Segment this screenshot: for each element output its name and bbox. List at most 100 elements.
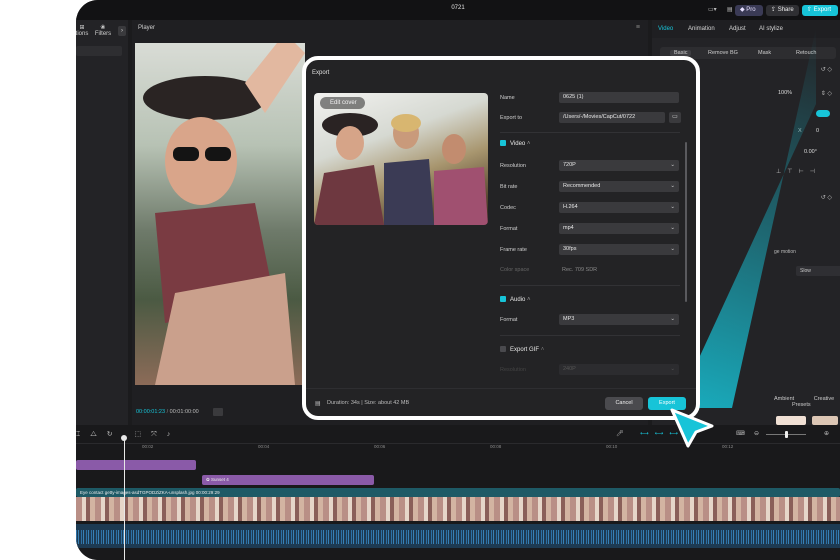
export-path-value: /Users/-/Movies/CapCut/0722 (563, 114, 636, 120)
style-tab-creative[interactable]: Creative (814, 396, 834, 402)
video-section-header[interactable]: Video ˄ (500, 140, 530, 147)
sticker-clip[interactable]: ✿ Sunset 4 (202, 475, 374, 485)
name-input[interactable]: 0625 (1) (559, 92, 679, 103)
collapse-icon[interactable]: › (118, 26, 126, 36)
codec-value: H.264 (563, 204, 578, 210)
bitrate-select[interactable]: Recommended ⌄ (559, 181, 679, 192)
purple-clip[interactable] (76, 460, 196, 470)
play-button[interactable] (213, 408, 223, 416)
edit-cover-label: Edit cover (330, 100, 357, 106)
keyboard-icon[interactable]: ▤ (722, 5, 733, 16)
share-icon: ⇪ (771, 7, 777, 13)
cover-preview[interactable]: Edit cover (314, 93, 488, 225)
audio-checkbox[interactable] (500, 296, 506, 302)
woman-figure (143, 43, 305, 385)
gif-section-label: Export GIF (510, 347, 540, 353)
share-button[interactable]: ⇪ Share (766, 5, 799, 16)
export-top-button[interactable]: ⇧ Export (802, 5, 838, 16)
title-bar: 0721 ▭▾ ▤ ◆ Pro ⇪ Share ⇧ Export (76, 0, 840, 20)
share-label: Share (777, 7, 794, 13)
filters-tab[interactable]: ❀ Filters (92, 24, 114, 37)
video-checkbox[interactable] (500, 140, 506, 146)
dialog-title: Export (312, 70, 330, 76)
audio-section-label: Audio (510, 297, 526, 303)
uniform-scale-toggle[interactable] (816, 110, 830, 117)
chevron-down-icon: ⌄ (670, 225, 675, 231)
tab-ai-stylize[interactable]: AI stylize (759, 26, 783, 32)
reset-icon[interactable]: ↺ ◇ (821, 194, 832, 201)
mic-icon[interactable]: 🎤︎ (616, 430, 624, 437)
pro-button[interactable]: ◆ Pro (735, 5, 763, 16)
audio-section-header[interactable]: Audio ˄ (500, 296, 531, 303)
rotate-value[interactable]: 0.00° (804, 149, 817, 155)
subtab-mask[interactable]: Mask (758, 50, 771, 56)
sticker-clip-label: Sunset 4 (211, 477, 229, 482)
zoom-out-icon[interactable]: ⊖ (754, 430, 759, 437)
reset-keyframe-icon[interactable]: ↺ ◇ (821, 66, 832, 73)
style-tab-presets[interactable]: Presets (792, 402, 811, 408)
export-to-label: Export to (500, 115, 523, 121)
scale-stepper-icon[interactable]: ⇕ ◇ (821, 90, 832, 97)
export-path-input[interactable]: /Users/-/Movies/CapCut/0722 (559, 112, 665, 123)
chevron-down-icon: ⌄ (670, 316, 675, 322)
panel-search[interactable] (76, 46, 122, 56)
tab-adjust[interactable]: Adjust (729, 26, 746, 32)
player-header: Player ≡ (132, 20, 648, 39)
playhead[interactable] (121, 435, 127, 560)
folder-icon[interactable]: ▭ (669, 112, 681, 123)
timeline-tools-icons[interactable]: ⌶⧍↻ ⬚⤧♪ (76, 430, 180, 439)
zoom-slider-handle[interactable] (785, 431, 788, 438)
ruler-tick: 00:02 (142, 444, 154, 449)
filters-label: Filters (94, 31, 112, 37)
pos-x-value[interactable]: 0 (816, 128, 819, 134)
tab-video[interactable]: Video (658, 26, 673, 32)
motion-dropdown[interactable]: Slow ⌄ (796, 266, 840, 276)
motion-label: ge motion (774, 249, 796, 255)
edit-cover-button[interactable]: Edit cover (320, 97, 365, 109)
player-video[interactable] (135, 43, 305, 385)
video-filmstrip[interactable] (76, 497, 840, 521)
current-time: 00:00:01:23 (136, 409, 166, 415)
options-label: tions (76, 31, 89, 37)
layout-icon[interactable]: ▭▾ (703, 5, 719, 16)
ruler-tick: 00:04 (258, 444, 270, 449)
align-icons[interactable]: ⊥⊤⊢⊣ (776, 168, 821, 175)
framerate-label: Frame rate (500, 247, 527, 253)
resolution-select[interactable]: 720P ⌄ (559, 160, 679, 171)
subtab-remove-bg[interactable]: Remove BG (708, 50, 738, 56)
caption-icon[interactable]: ⌨ (736, 430, 745, 437)
name-label: Name (500, 95, 515, 101)
total-time: 00:01:00:00 (169, 409, 199, 415)
dialog-footer: ▤ Duration: 34s | Size: about 42 MB Canc… (306, 388, 696, 416)
video-clip-header[interactable]: Eye contact getty-images-asdTGPODZiZKA-u… (76, 488, 840, 497)
gif-checkbox[interactable] (500, 346, 506, 352)
format-select[interactable]: mp4 ⌄ (559, 223, 679, 234)
style-thumb[interactable] (812, 416, 838, 425)
bitrate-label: Bit rate (500, 184, 518, 190)
scrollbar[interactable] (685, 142, 687, 302)
cancel-button[interactable]: Cancel (605, 397, 643, 410)
chevron-up-icon: ˄ (540, 347, 545, 353)
audio-track[interactable] (76, 524, 840, 548)
tab-animation[interactable]: Animation (688, 26, 715, 32)
chevron-down-icon: ⌄ (670, 162, 675, 168)
zoom-in-icon[interactable]: ⊕ (824, 430, 829, 437)
options-tab[interactable]: ⊞ tions (76, 24, 92, 37)
ruler-tick: 00:12 (722, 444, 734, 449)
player-title: Player (138, 25, 156, 31)
gif-resolution-select[interactable]: 240P ⌄ (559, 364, 679, 375)
divider (500, 132, 680, 133)
time-separator: / (166, 409, 169, 415)
gif-section-header[interactable]: Export GIF ˄ (500, 346, 544, 353)
group-figures (314, 113, 488, 225)
motion-dropdown-value: Slow (800, 268, 811, 274)
chevron-down-icon: ⌄ (670, 183, 675, 189)
audio-format-select[interactable]: MP3 ⌄ (559, 314, 679, 325)
resolution-label: Resolution (500, 163, 526, 169)
colorspace-label: Color space (500, 267, 530, 273)
style-thumb[interactable] (776, 416, 806, 425)
menu-icon[interactable]: ≡ (636, 24, 640, 31)
format-label: Format (500, 226, 518, 232)
framerate-select[interactable]: 30fps ⌄ (559, 244, 679, 255)
codec-select[interactable]: H.264 ⌄ (559, 202, 679, 213)
